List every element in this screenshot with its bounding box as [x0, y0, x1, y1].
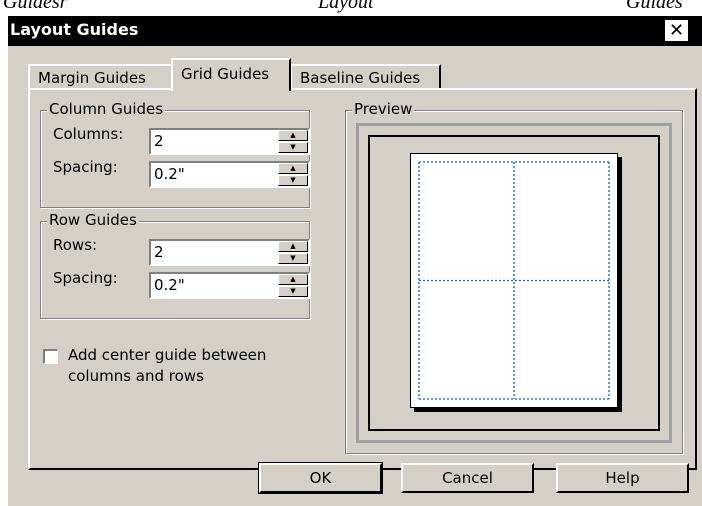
preview-canvas	[368, 135, 660, 431]
spin-down-icon[interactable]: ▼	[278, 142, 308, 153]
close-icon: ✕	[668, 20, 685, 41]
title-bar[interactable]: Layout Guides ✕	[8, 16, 702, 46]
background-text-center: Layout	[318, 0, 374, 13]
rows-value: 2	[154, 243, 164, 261]
cancel-button-label: Cancel	[442, 469, 493, 487]
spin-down-icon[interactable]: ▼	[278, 286, 308, 297]
spin-up-icon[interactable]: ▲	[278, 163, 308, 174]
column-spacing-stepper-arrows: ▲ ▼	[278, 163, 308, 186]
background-text-right: Guides	[626, 0, 683, 13]
ok-button[interactable]: OK	[258, 462, 383, 494]
layout-guides-dialog: Layout Guides ✕ Margin Guides Grid Guide…	[8, 16, 702, 506]
spin-up-icon[interactable]: ▲	[278, 274, 308, 285]
dialog-title: Layout Guides	[10, 20, 139, 39]
help-button[interactable]: Help	[556, 463, 689, 493]
columns-stepper-arrows: ▲ ▼	[278, 130, 308, 153]
spin-up-icon[interactable]: ▲	[278, 241, 308, 252]
tab-label: Grid Guides	[181, 65, 270, 83]
tab-margin-guides[interactable]: Margin Guides	[28, 64, 173, 89]
column-spacing-value: 0.2"	[154, 165, 185, 183]
spin-up-icon[interactable]: ▲	[278, 130, 308, 141]
row-spacing-stepper-arrows: ▲ ▼	[278, 274, 308, 297]
center-guide-label[interactable]: Add center guide between columns and row…	[68, 345, 266, 387]
grid-guides-panel: Column Guides Columns: 2 ▲ ▼ Spacing: 0.…	[28, 88, 697, 470]
column-spacing-label: Spacing:	[53, 158, 118, 176]
row-spacing-value: 0.2"	[154, 276, 185, 294]
preview-frame	[356, 123, 672, 443]
background-document-strip: Guidesr Layout Guides	[0, 0, 702, 16]
spin-down-icon[interactable]: ▼	[278, 253, 308, 264]
cancel-button[interactable]: Cancel	[401, 463, 534, 493]
preview-grid-guides	[418, 161, 610, 400]
row-guides-group-label: Row Guides	[47, 211, 139, 229]
rows-stepper-arrows: ▲ ▼	[278, 241, 308, 264]
columns-label: Columns:	[53, 125, 124, 143]
preview-group: Preview	[345, 100, 683, 454]
row-guides-group: Row Guides Rows: 2 ▲ ▼ Spacing: 0.2" ▲ ▼	[40, 211, 310, 319]
rows-label: Rows:	[53, 236, 98, 254]
columns-value: 2	[154, 132, 164, 150]
columns-stepper[interactable]: 2 ▲ ▼	[149, 128, 310, 155]
column-guides-group-label: Column Guides	[47, 100, 166, 118]
column-guides-group: Column Guides Columns: 2 ▲ ▼ Spacing: 0.…	[40, 100, 310, 208]
center-guide-label-line2: columns and rows	[68, 367, 204, 385]
tab-label: Margin Guides	[38, 69, 146, 87]
tab-baseline-guides[interactable]: Baseline Guides	[290, 64, 441, 89]
center-guide-checkbox[interactable]	[43, 349, 58, 364]
ok-button-label: OK	[309, 469, 332, 487]
tab-grid-guides[interactable]: Grid Guides	[171, 58, 291, 91]
close-button[interactable]: ✕	[665, 20, 688, 41]
row-spacing-label: Spacing:	[53, 269, 118, 287]
center-guide-label-line1: Add center guide between	[68, 346, 267, 364]
help-button-label: Help	[605, 469, 640, 487]
background-text-left: Guidesr	[3, 0, 68, 13]
guide-lines	[418, 161, 610, 400]
preview-page	[410, 153, 618, 408]
row-spacing-stepper[interactable]: 0.2" ▲ ▼	[149, 272, 310, 299]
tab-label: Baseline Guides	[300, 69, 421, 87]
preview-group-label: Preview	[352, 100, 415, 118]
spin-down-icon[interactable]: ▼	[278, 175, 308, 186]
column-spacing-stepper[interactable]: 0.2" ▲ ▼	[149, 161, 310, 188]
rows-stepper[interactable]: 2 ▲ ▼	[149, 239, 310, 266]
